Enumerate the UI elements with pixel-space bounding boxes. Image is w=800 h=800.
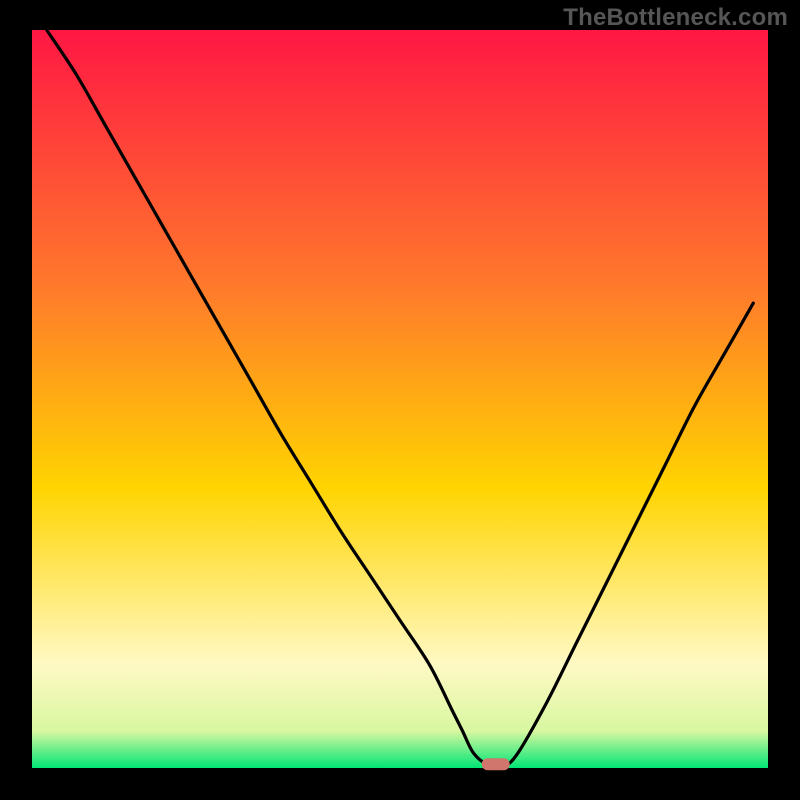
optimum-marker <box>482 758 510 770</box>
chart-frame: TheBottleneck.com <box>0 0 800 800</box>
bottleneck-chart <box>0 0 800 800</box>
watermark-text: TheBottleneck.com <box>563 4 788 32</box>
plot-background <box>32 30 768 768</box>
